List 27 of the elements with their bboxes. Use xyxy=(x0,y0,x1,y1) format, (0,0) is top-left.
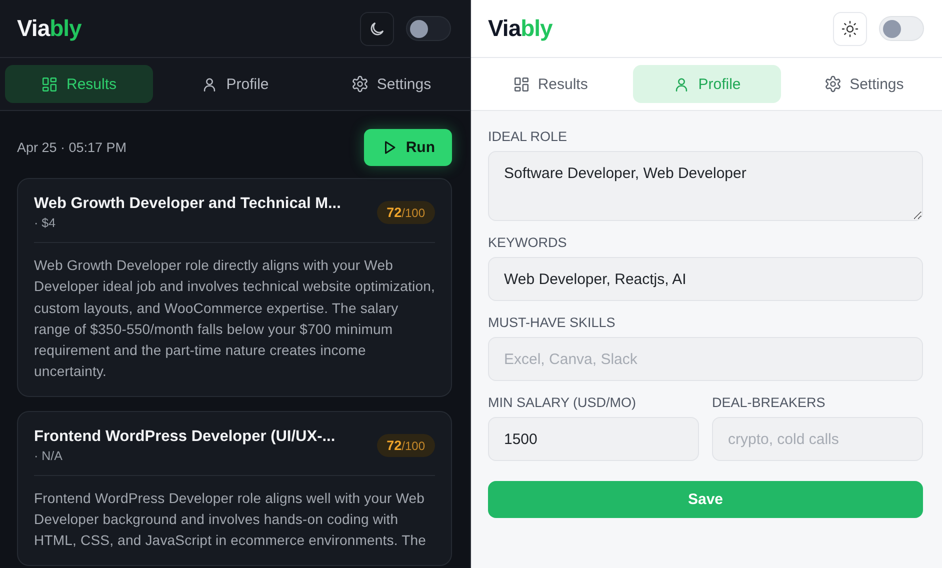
input-field[interactable]: Web Developer, Reactjs, AI xyxy=(488,257,923,301)
input-field[interactable]: 1500 xyxy=(488,417,699,461)
score-badge: 72/100 xyxy=(376,201,435,224)
field-label: IDEAL ROLE xyxy=(488,129,568,144)
job-salary: · N/A xyxy=(34,448,64,463)
logo: Viably xyxy=(488,15,552,42)
job-summary: Frontend WordPress Developer role aligns well with your Web Developer background and involves hands-on coding with HTML, CSS, and JavaScript in ecommerce environments. The xyxy=(34,488,428,550)
input-field[interactable]: Excel, Canva, Slack xyxy=(488,337,923,381)
field-label: KEYWORDS xyxy=(488,235,568,250)
input-field[interactable]: Software Developer, Web Developer xyxy=(488,151,923,221)
score-badge: 72/100 xyxy=(376,434,435,457)
job-title: Frontend WordPress Developer (UI/UX-... xyxy=(34,428,336,446)
tab[interactable]: Results xyxy=(476,65,625,103)
tab[interactable]: Profile xyxy=(161,65,309,103)
field-label: DEAL-BREAKERS xyxy=(712,395,826,410)
job-salary: · $4 xyxy=(34,216,57,230)
job-title: Web Growth Developer and Technical M... xyxy=(34,195,341,213)
field-label: MIN SALARY (USD/MO) xyxy=(488,395,638,410)
run-button[interactable]: Run xyxy=(364,129,452,166)
tab[interactable]: Settings xyxy=(789,65,938,103)
tab[interactable]: Results xyxy=(5,65,153,103)
input-field[interactable]: crypto, cold calls xyxy=(712,417,923,461)
tab[interactable]: Settings xyxy=(317,65,465,103)
logo: Viably xyxy=(17,15,82,42)
field-label: MUST-HAVE SKILLS xyxy=(488,315,616,330)
run-timestamp: Apr 25 · 05:17 PM xyxy=(17,140,127,155)
job-summary: Web Growth Developer role directly aligns with your Web Developer ideal job and involves technical website optimization, custom layouts, and WooCommerce expertise. The salary range of $350-550/month falls below your $700 minimum requirement and the part-time nature creates income uncertainty. xyxy=(34,256,435,382)
